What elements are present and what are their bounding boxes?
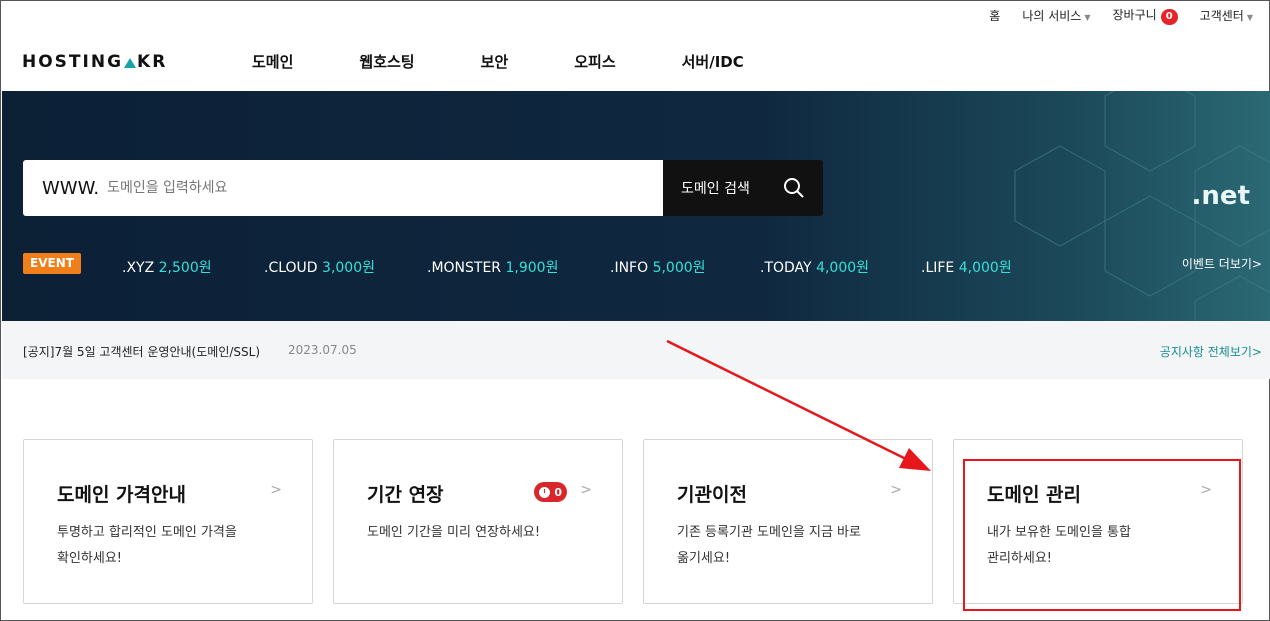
support-menu[interactable]: 고객센터 ▼ — [1200, 7, 1253, 24]
cart-label: 장바구니 — [1112, 7, 1157, 22]
event-tld-info[interactable]: .INFO 5,000원 — [610, 257, 706, 277]
banner-net-text: .net — [1191, 181, 1250, 211]
domain-search-button[interactable]: 도메인 검색 — [663, 160, 823, 216]
nav-server-idc[interactable]: 서버/IDC — [682, 51, 744, 72]
cart-count-badge: 0 — [1160, 8, 1178, 25]
nav-webhosting[interactable]: 웹호스팅 — [359, 51, 414, 72]
chevron-right-icon: > — [270, 482, 282, 498]
card-renewal[interactable]: 기간 연장 0 > 도메인 기간을 미리 연장하세요! — [333, 439, 623, 604]
event-tld-monster[interactable]: .MONSTER 1,900원 — [427, 257, 558, 277]
support-label: 고객센터 — [1199, 8, 1244, 23]
hosting-kr-logo[interactable]: HOSTING KR — [22, 52, 167, 72]
tld-name: .CLOUD — [264, 260, 318, 276]
chevron-right-icon: > — [890, 482, 902, 498]
nav-office[interactable]: 오피스 — [574, 51, 615, 72]
www-prefix: WWW. — [42, 177, 100, 199]
notice-date: 2023.07.05 — [288, 343, 357, 357]
chevron-right-icon: > — [580, 482, 592, 498]
tld-price: 1,900원 — [505, 260, 559, 276]
tld-name: .XYZ — [122, 260, 155, 276]
hero-banner: WWW. 도메인 검색 EVENT .XYZ 2,500원 .CLOUD 3,0… — [2, 91, 1270, 321]
clock-icon — [539, 486, 551, 498]
nav-security[interactable]: 보안 — [481, 51, 509, 72]
event-tld-life[interactable]: .LIFE 4,000원 — [921, 257, 1012, 277]
tld-price: 3,000원 — [322, 260, 375, 276]
tld-name: .LIFE — [921, 260, 955, 276]
home-link[interactable]: 홈 — [989, 7, 1000, 24]
logo-triangle-icon — [124, 58, 137, 68]
utility-nav: 홈 나의 서비스 ▼ 장바구니 0 고객센터 ▼ — [989, 1, 1253, 29]
event-tag: EVENT — [23, 253, 81, 274]
tld-name: .INFO — [610, 260, 649, 276]
notice-all-link[interactable]: 공지사항 전체보기> — [1160, 343, 1262, 360]
renewal-count: 0 — [554, 485, 562, 499]
event-tld-today[interactable]: .TODAY 4,000원 — [760, 257, 869, 277]
card-title: 기관이전 — [677, 484, 747, 506]
my-services-menu[interactable]: 나의 서비스 ▼ — [1022, 7, 1090, 24]
tld-price: 2,500원 — [158, 260, 212, 276]
logo-text-right: KR — [137, 52, 168, 72]
search-button-label: 도메인 검색 — [681, 181, 750, 197]
search-icon — [784, 178, 804, 198]
tld-name: .TODAY — [760, 260, 812, 276]
event-more-link[interactable]: 이벤트 더보기> — [1182, 255, 1262, 272]
domain-search-input[interactable] — [107, 180, 608, 196]
caret-down-icon: ▼ — [1246, 12, 1253, 22]
event-tld-xyz[interactable]: .XYZ 2,500원 — [122, 257, 212, 277]
card-desc: 도메인 기간을 미리 연장하세요! — [367, 525, 541, 540]
event-tld-cloud[interactable]: .CLOUD 3,000원 — [264, 257, 375, 277]
cart-link[interactable]: 장바구니 0 — [1113, 6, 1178, 25]
notice-link[interactable]: [공지]7월 5일 고객센터 운영안내(도메인/SSL) — [23, 343, 260, 360]
card-transfer[interactable]: 기관이전 > 기존 등록기관 도메인을 지금 바로 옮기세요! — [643, 439, 933, 604]
card-title: 도메인 가격안내 — [57, 484, 186, 506]
tld-price: 4,000원 — [816, 260, 870, 276]
tld-name: .MONSTER — [427, 260, 502, 276]
tld-price: 4,000원 — [958, 260, 1012, 276]
domain-search-box: WWW. — [23, 160, 663, 216]
annotation-highlight-box — [963, 459, 1241, 611]
logo-text-left: HOSTING — [22, 52, 124, 72]
tld-price: 5,000원 — [652, 260, 706, 276]
renewal-count-badge: 0 — [534, 482, 567, 502]
my-services-label: 나의 서비스 — [1022, 8, 1082, 23]
nav-domain[interactable]: 도메인 — [252, 51, 293, 72]
card-title: 기간 연장 — [367, 484, 444, 506]
card-desc: 투명하고 합리적인 도메인 가격을 확인하세요! — [57, 525, 237, 566]
card-domain-pricing[interactable]: 도메인 가격안내 > 투명하고 합리적인 도메인 가격을 확인하세요! — [23, 439, 313, 604]
main-nav: 도메인 웹호스팅 보안 오피스 서버/IDC — [231, 51, 789, 72]
notice-bar: [공지]7월 5일 고객센터 운영안내(도메인/SSL) 2023.07.05 … — [2, 321, 1270, 379]
caret-down-icon: ▼ — [1084, 12, 1091, 22]
card-desc: 기존 등록기관 도메인을 지금 바로 옮기세요! — [677, 525, 861, 566]
